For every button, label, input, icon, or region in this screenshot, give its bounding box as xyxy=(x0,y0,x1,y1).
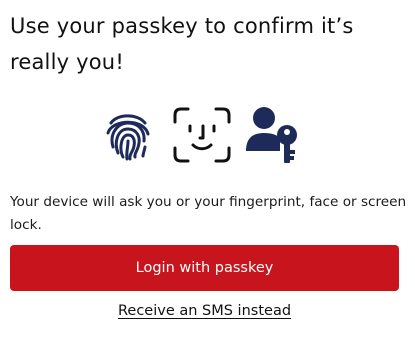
receive-sms-link[interactable]: Receive an SMS instead xyxy=(10,301,399,321)
face-id-icon xyxy=(172,106,232,164)
login-with-passkey-button[interactable]: Login with passkey xyxy=(10,245,399,291)
auth-method-icons xyxy=(104,103,314,167)
user-key-icon xyxy=(244,105,306,165)
passkey-confirm-screen: Use your passkey to confirm it’s really … xyxy=(0,0,415,339)
fingerprint-icon xyxy=(104,109,152,161)
page-title: Use your passkey to confirm it’s really … xyxy=(10,14,354,74)
instruction-text: Your device will ask you or your fingerp… xyxy=(10,194,407,233)
